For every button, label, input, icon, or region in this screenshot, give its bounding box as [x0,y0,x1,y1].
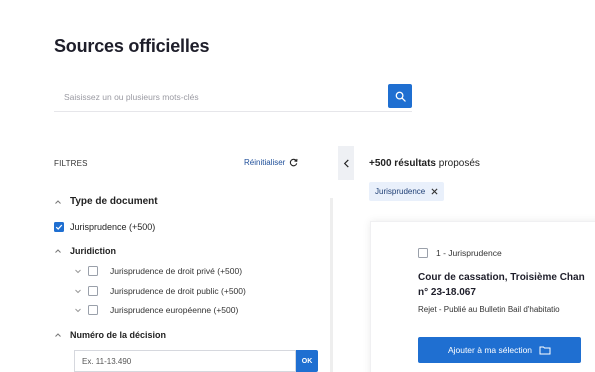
europeenne-label: Jurisprudence européenne (+500) [110,305,239,315]
folder-icon [539,346,551,355]
result-title[interactable]: Cour de cassation, Troisième Chan n° 23-… [418,270,595,300]
filter-droit-prive[interactable]: Jurisprudence de droit privé (+500) [74,266,242,276]
active-filter-chip: Jurisprudence [369,182,445,201]
droit-prive-label: Jurisprudence de droit privé (+500) [110,266,243,276]
document-type-label: Type de document [70,196,158,207]
juridiction-section[interactable]: Juridiction [54,246,116,256]
result-checkbox[interactable] [418,248,428,258]
filter-jurisprudence[interactable]: Jurisprudence (+500) [54,222,155,232]
droit-public-label: Jurisprudence de droit public (+500) [110,286,246,296]
checkbox-europeenne[interactable] [88,305,98,315]
search-bar [54,82,412,112]
result-title-line2: n° 23-18.067 [418,287,476,298]
results-count: +500 résultats proposés [369,158,480,169]
close-icon[interactable] [431,188,438,195]
decision-number-label: Numéro de la décision [70,330,167,340]
decision-number-section[interactable]: Numéro de la décision [54,330,166,340]
search-input[interactable] [54,82,384,112]
chevron-down-icon [75,269,81,274]
checkbox-droit-prive[interactable] [88,266,98,276]
juridiction-label: Juridiction [70,246,117,256]
refresh-icon [290,158,298,167]
search-button[interactable] [388,84,412,108]
chevron-left-icon [343,158,349,168]
check-icon [55,224,63,230]
jurisprudence-label: Jurisprudence (+500) [70,222,156,232]
chevron-up-icon [55,199,61,204]
filters-scrollbar[interactable] [330,198,333,372]
checkbox-jurisprudence[interactable] [54,222,64,232]
chevron-up-icon [55,249,61,253]
result-header-label: 1 - Jurisprudence [436,248,502,258]
chevron-down-icon [75,308,81,313]
search-icon [395,91,406,102]
decision-number-input[interactable]: Ex. 11-13.490 [74,350,296,372]
result-title-line1: Cour de cassation, Troisième Chan [418,272,585,283]
add-to-selection-button[interactable]: Ajouter à ma sélection [418,337,581,363]
filter-droit-public[interactable]: Jurisprudence de droit public (+500) [74,286,246,296]
result-header[interactable]: 1 - Jurisprudence [418,248,502,258]
result-subtitle: Rejet - Publié au Bulletin Bail d'habita… [418,305,560,314]
reset-filters-button[interactable]: Réinitialiser [244,158,298,167]
chevron-down-icon [75,289,81,294]
decision-number-placeholder: Ex. 11-13.490 [82,356,132,366]
collapse-filters-button[interactable] [338,146,354,180]
checkbox-droit-public[interactable] [88,286,98,296]
results-count-bold: +500 résultats [369,158,436,169]
add-to-selection-label: Ajouter à ma sélection [447,345,533,355]
chip-label: Jurisprudence [375,187,426,196]
chevron-up-icon [55,333,61,337]
results-count-rest: proposés [436,158,480,169]
filters-title: FILTRES [54,159,88,168]
reset-label: Réinitialiser [244,158,286,167]
decision-ok-button[interactable]: OK [296,350,318,372]
filter-europeenne[interactable]: Jurisprudence européenne (+500) [74,305,238,315]
page-title: Sources officielles [54,36,210,56]
document-type-section[interactable]: Type de document [54,196,158,207]
official-sources-page: Sources officielles FILTRES Réinitialise… [0,0,595,372]
